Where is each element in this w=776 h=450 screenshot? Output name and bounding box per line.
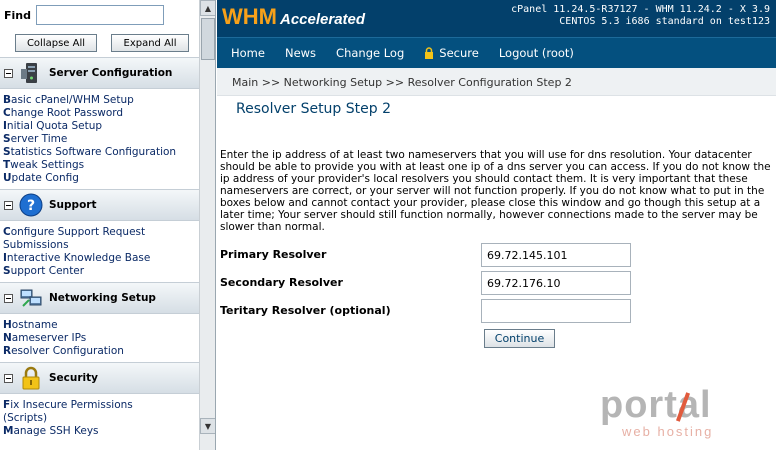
watermark-brand: portal: [600, 384, 712, 426]
tertiary-resolver-input[interactable]: [481, 299, 631, 323]
nav-secure[interactable]: Secure: [424, 46, 479, 60]
link-initial-quota-setup[interactable]: Initial Quota Setup: [3, 120, 199, 133]
whm-logo: WHM Accelerated: [222, 4, 366, 29]
breadcrumb: Main >> Networking Setup >> Resolver Con…: [232, 76, 572, 89]
section-title: Server Configuration: [49, 67, 173, 79]
link-resolver-configuration[interactable]: Resolver Configuration: [3, 345, 199, 358]
link-hostname[interactable]: Hostname: [3, 319, 199, 332]
section-support[interactable]: ? Support: [0, 189, 199, 221]
primary-resolver-row: Primary Resolver 69.72.145.101: [220, 243, 773, 267]
section-links: Hostname Nameserver IPs Resolver Configu…: [3, 319, 199, 358]
section-title: Security: [49, 372, 99, 384]
lock-icon: [425, 47, 434, 59]
section-title: Networking Setup: [49, 292, 156, 304]
primary-resolver-label: Primary Resolver: [220, 248, 327, 261]
link-update-config[interactable]: Update Config: [3, 172, 199, 185]
header-bar: WHM Accelerated cPanel 11.24.5-R37127 - W…: [217, 0, 776, 37]
server-info: CENTOS 5.3 i686 standard on test123: [559, 16, 770, 27]
nav-bar: Home News Change Log Secure Logout (root…: [217, 37, 776, 68]
collapse-all-button[interactable]: Collapse All: [15, 34, 97, 52]
link-change-root-password[interactable]: Change Root Password: [3, 107, 199, 120]
breadcrumb-bar: Main >> Networking Setup >> Resolver Con…: [217, 68, 776, 96]
collapse-icon[interactable]: [4, 68, 13, 78]
scroll-down-icon[interactable]: ▼: [200, 418, 215, 434]
link-scripts[interactable]: (Scripts): [3, 412, 199, 425]
continue-button[interactable]: Continue: [484, 329, 555, 348]
section-links: Basic cPanel/WHM Setup Change Root Passw…: [3, 94, 199, 185]
expand-all-button[interactable]: Expand All: [111, 34, 189, 52]
help-icon: ?: [18, 192, 44, 218]
section-title: Support: [49, 199, 97, 211]
nav-change-log[interactable]: Change Log: [336, 46, 404, 60]
link-configure-support-request[interactable]: Configure Support Request: [3, 226, 199, 239]
find-input[interactable]: [36, 5, 164, 25]
svg-text:?: ?: [27, 198, 35, 214]
scrollbar-thumb[interactable]: [201, 18, 215, 60]
link-nameserver-ips[interactable]: Nameserver IPs: [3, 332, 199, 345]
section-links: Fix Insecure Permissions (Scripts) Manag…: [3, 399, 199, 438]
nav-news[interactable]: News: [285, 46, 316, 60]
link-fix-insecure-permissions[interactable]: Fix Insecure Permissions: [3, 399, 199, 412]
primary-resolver-input[interactable]: 69.72.145.101: [481, 243, 631, 267]
portal-watermark: portal web hosting: [600, 384, 760, 444]
link-submissions[interactable]: Submissions: [3, 239, 199, 252]
link-statistics-software[interactable]: Statistics Software Configuration: [3, 146, 199, 159]
link-manage-ssh-keys[interactable]: Manage SSH Keys: [3, 425, 199, 438]
page-description: Enter the ip address of at least two nam…: [220, 149, 771, 233]
secondary-resolver-label: Secondary Resolver: [220, 276, 343, 289]
section-server-configuration[interactable]: Server Configuration: [0, 57, 199, 89]
tertiary-resolver-row: Teritary Resolver (optional): [220, 299, 773, 323]
find-label: Find: [4, 8, 31, 22]
sidebar-content: Find Collapse All Expand All Server Conf…: [0, 0, 199, 450]
network-icon: [18, 285, 44, 311]
page-title: Resolver Setup Step 2: [236, 101, 391, 117]
section-links: Configure Support Request Submissions In…: [3, 226, 199, 278]
section-networking-setup[interactable]: Networking Setup: [0, 282, 199, 314]
link-tweak-settings[interactable]: Tweak Settings: [3, 159, 199, 172]
sidebar-scrollbar[interactable]: ▲ ▼: [199, 0, 215, 450]
find-row: Find: [4, 5, 164, 25]
nav-secure-label: Secure: [439, 46, 479, 60]
nav-home[interactable]: Home: [231, 46, 265, 60]
link-knowledge-base[interactable]: Interactive Knowledge Base: [3, 252, 199, 265]
link-server-time[interactable]: Server Time: [3, 133, 199, 146]
scroll-up-icon[interactable]: ▲: [200, 0, 215, 16]
secondary-resolver-input[interactable]: 69.72.176.10: [481, 271, 631, 295]
section-security[interactable]: Security: [0, 362, 199, 394]
tertiary-resolver-label: Teritary Resolver (optional): [220, 304, 391, 317]
sidebar-frame: Find Collapse All Expand All Server Conf…: [0, 0, 216, 450]
secondary-resolver-row: Secondary Resolver 69.72.176.10: [220, 271, 773, 295]
collapse-icon[interactable]: [4, 293, 13, 303]
nav-logout[interactable]: Logout (root): [499, 46, 574, 60]
collapse-icon[interactable]: [4, 373, 13, 383]
version-info: cPanel 11.24.5-R37127 - WHM 11.24.2 - X …: [511, 4, 770, 15]
server-icon: [18, 60, 44, 86]
collapse-icon[interactable]: [4, 200, 13, 210]
link-basic-setup[interactable]: Basic cPanel/WHM Setup: [3, 94, 199, 107]
main-frame: WHM Accelerated cPanel 11.24.5-R37127 - W…: [217, 0, 776, 450]
link-support-center[interactable]: Support Center: [3, 265, 199, 278]
lock-icon: [18, 365, 44, 391]
watermark-tagline: web hosting: [622, 424, 714, 439]
